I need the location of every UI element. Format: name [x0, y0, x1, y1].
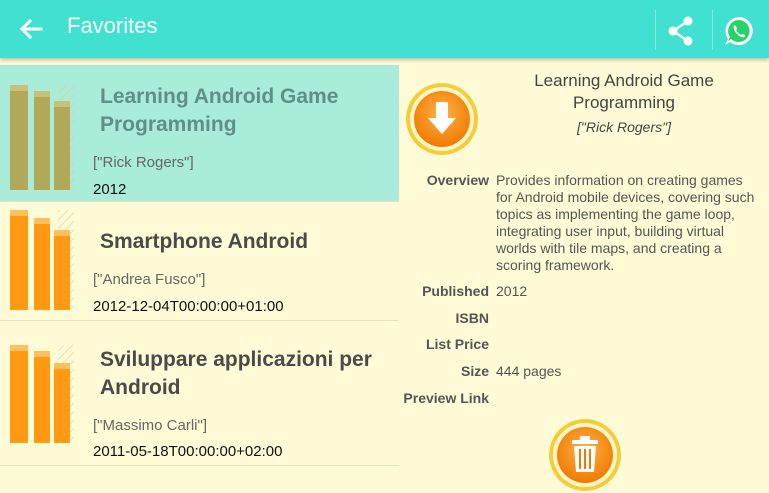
download-icon[interactable] [405, 82, 479, 156]
divider [655, 10, 656, 50]
size-value: 444 pages [496, 363, 562, 379]
book-authors: ["Rick Rogers"] [93, 154, 194, 171]
list-item[interactable]: Learning Android Game Programming ["Rick… [0, 65, 399, 202]
list-price-label: List Price [425, 336, 489, 352]
book-title: Smartphone Android [100, 230, 309, 253]
preview-link-label: Preview Link [403, 390, 489, 406]
book-title: Learning Android Game Programming [100, 85, 339, 136]
whatsapp-icon[interactable] [722, 14, 756, 48]
book-detail: Learning Android Game Programming ["Rick… [399, 58, 769, 493]
back-arrow-icon[interactable] [14, 12, 48, 46]
book-date: 2011-05-18T00:00:00+02:00 [93, 443, 283, 460]
isbn-label: ISBN [455, 310, 489, 326]
list-item[interactable]: Smartphone Android ["Andrea Fusco"] 2012… [0, 202, 399, 321]
book-title: Sviluppare applicazioni per Android [100, 348, 372, 399]
divider [712, 10, 713, 50]
overview-text: Provides information on creating games f… [496, 172, 755, 273]
book-date: 2012 [93, 181, 127, 198]
detail-authors: ["Rick Rogers"] [577, 119, 671, 135]
page-title: Favorites [67, 13, 158, 38]
list-item[interactable] [0, 466, 399, 493]
books-icon [10, 85, 74, 190]
share-icon[interactable] [664, 14, 698, 48]
overview-label: Overview [426, 172, 489, 188]
published-label: Published [422, 283, 489, 299]
size-label: Size [460, 363, 489, 379]
book-date: 2012-12-04T00:00:00+01:00 [93, 298, 284, 315]
app-bar: Favorites [0, 0, 769, 58]
favorites-list: Learning Android Game Programming ["Rick… [0, 58, 399, 493]
trash-icon[interactable] [548, 418, 622, 492]
list-item[interactable]: Sviluppare applicazioni per Android ["Ma… [0, 321, 399, 466]
books-icon [10, 345, 74, 443]
books-icon [10, 210, 74, 310]
published-value: 2012 [496, 283, 528, 299]
detail-title: Learning Android Game Programming [534, 71, 714, 112]
book-authors: ["Andrea Fusco"] [93, 271, 206, 288]
book-authors: ["Massimo Carli"] [93, 417, 207, 434]
